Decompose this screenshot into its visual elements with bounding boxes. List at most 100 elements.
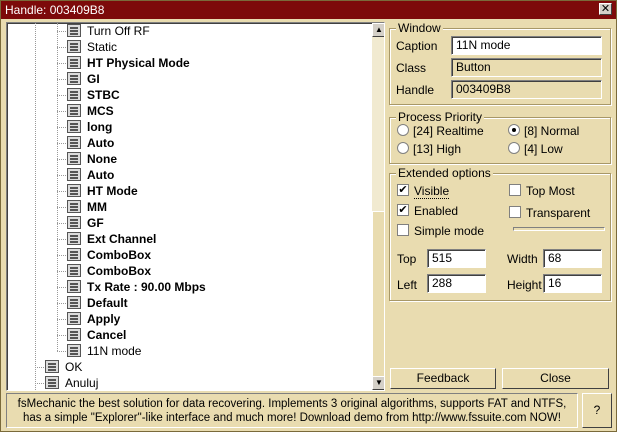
window-icon [67,328,81,341]
close-button[interactable]: Close [502,368,609,389]
window-icon [67,200,81,213]
window-icon [45,360,59,373]
radio-realtime-label: [24] Realtime [413,124,484,138]
window-icon [67,88,81,101]
tree-item-label: Auto [87,168,115,182]
tree-scrollbar[interactable]: ▲ ▼ [372,23,384,390]
window-icon [67,232,81,245]
transparency-slider[interactable] [513,227,605,231]
window-icon [67,72,81,85]
tree-connector [35,367,44,368]
caption-field[interactable]: 11N mode [451,36,602,55]
tree-item-label: ComboBox [87,248,151,262]
tree-item-label: Anuluj [65,376,99,390]
tree-connector [57,95,66,96]
tree-connector [57,335,66,336]
window-icon [67,216,81,229]
height-label: Height [507,278,542,292]
visible-checkbox[interactable]: ✔ [397,184,409,196]
window-title: Handle: 003409B8 [5,3,105,17]
radio-high[interactable] [397,142,409,154]
priority-group-legend: Process Priority [396,110,485,124]
window-icon [67,104,81,117]
enabled-label: Enabled [414,204,459,218]
radio-high-label: [13] High [413,142,462,156]
tree-connector [57,63,66,64]
caption-label: Caption [396,39,438,53]
topmost-label: Top Most [526,184,575,198]
tree-item-label: long [87,120,113,134]
scroll-down-icon[interactable]: ▼ [372,376,384,390]
tree-connector [57,143,66,144]
tree-item-label: GF [87,216,104,230]
tree-connector [57,31,66,32]
feedback-button[interactable]: Feedback [390,368,496,389]
window-icon [67,40,81,53]
tree-connector [57,79,66,80]
tree-item-label: Tx Rate : 90.00 Mbps [87,280,206,294]
transparent-checkbox[interactable] [509,206,521,218]
status-banner: fsMechanic the best solution for data re… [6,393,578,428]
simple-mode-label: Simple mode [414,224,485,238]
tree-item-label: MCS [87,104,114,118]
tree-item-label: Cancel [87,328,127,342]
window-icon [67,136,81,149]
height-field[interactable]: 16 [543,274,602,293]
window-icon [67,56,81,69]
window-icon [67,152,81,165]
tree-connector [57,175,66,176]
tree-connector [57,223,66,224]
tree-item-label: Static [87,40,118,54]
tree-item-label: Default [87,296,128,310]
simple-mode-checkbox[interactable] [397,224,409,236]
scroll-up-icon[interactable]: ▲ [372,23,384,37]
tree-connector [57,111,66,112]
status-line-2: has a simple "Explorer"-like interface a… [22,412,561,424]
window-icon [67,248,81,261]
help-button[interactable]: ? [582,393,612,428]
tree-item-label: Turn Off RF [87,24,150,38]
tree-connector [57,255,66,256]
tree-item-label: GI [87,72,100,86]
window-tree[interactable]: Turn Off RF Static HT Physical Mode GI STBC M… [6,22,385,391]
status-line-1: fsMechanic the best solution for data re… [17,398,567,410]
topmost-checkbox[interactable] [509,184,521,196]
title-bar[interactable]: Handle: 003409B8 ✕ [1,1,616,19]
tree-connector [57,23,58,351]
tree-connector [57,191,66,192]
tree-connector [57,239,66,240]
top-field[interactable]: 515 [427,249,486,268]
window-icon [67,344,81,357]
radio-realtime[interactable] [397,124,409,136]
handle-field: 003409B8 [451,80,602,99]
width-field[interactable]: 68 [543,249,602,268]
tree-item-label: HT Mode [87,184,138,198]
scroll-thumb[interactable] [372,211,384,379]
tree-item-label: STBC [87,88,120,102]
tree-connector [57,159,66,160]
tree-item-label: 11N mode [87,344,142,358]
radio-low[interactable] [508,142,520,154]
tree-item-label: ComboBox [87,264,151,278]
extended-group-legend: Extended options [396,166,493,180]
class-label: Class [396,61,427,75]
radio-low-label: [4] Low [524,142,563,156]
enabled-checkbox[interactable]: ✔ [397,204,409,216]
left-field[interactable]: 288 [427,274,486,293]
tree-connector [57,351,66,352]
tree-item-label: HT Physical Mode [87,56,190,70]
tree-connector [57,303,66,304]
handle-label: Handle [396,83,435,97]
tree-item-label: Ext Channel [87,232,157,246]
close-icon[interactable]: ✕ [599,3,612,15]
radio-normal[interactable] [508,124,520,136]
window-group-legend: Window [396,21,443,35]
tree-connector [57,271,66,272]
tree-item-label: Apply [87,312,121,326]
tree-item-label: OK [65,360,83,374]
top-label: Top [397,252,417,266]
window-icon [67,312,81,325]
tree-connector [57,319,66,320]
tree-connector [57,127,66,128]
radio-normal-label: [8] Normal [524,124,580,138]
